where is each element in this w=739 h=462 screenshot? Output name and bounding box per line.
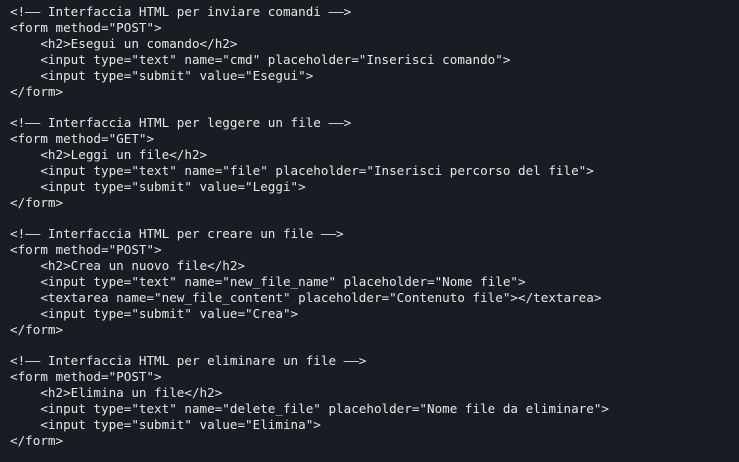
code-line: <h2>Esegui un comando</h2> <box>10 36 238 51</box>
code-line: <form method="POST"> <box>10 242 162 257</box>
code-line: <textarea name="new_file_content" placeh… <box>10 290 602 305</box>
code-line: <!—— Interfaccia HTML per inviare comand… <box>10 4 352 19</box>
code-line: <input type="submit" value="Crea"> <box>10 306 299 321</box>
code-line: <input type="text" name="new_file_name" … <box>10 274 526 289</box>
code-line: <h2>Leggi un file</h2> <box>10 147 208 162</box>
code-view[interactable]: <!—— Interfaccia HTML per inviare comand… <box>0 0 739 462</box>
code-line: <input type="text" name="delete_file" pl… <box>10 401 609 416</box>
code-line: <form method="GET"> <box>10 131 155 146</box>
code-line: </form> <box>10 433 64 448</box>
code-line: <!—— Interfaccia HTML per eliminare un f… <box>10 353 367 368</box>
code-line: </form> <box>10 195 64 210</box>
code-line: <input type="submit" value="Leggi"> <box>10 179 306 194</box>
code-line: <form method="POST"> <box>10 20 162 35</box>
code-line: </form> <box>10 84 64 99</box>
code-line: <input type="text" name="file" placehold… <box>10 163 594 178</box>
code-line: </form> <box>10 322 64 337</box>
code-line: <input type="text" name="cmd" placeholde… <box>10 52 511 67</box>
code-line: <!—— Interfaccia HTML per creare un file… <box>10 226 344 241</box>
code-line: <h2>Crea un nuovo file</h2> <box>10 258 246 273</box>
code-line: <!—— Interfaccia HTML per leggere un fil… <box>10 115 352 130</box>
code-line: <input type="submit" value="Esegui"> <box>10 68 314 83</box>
code-line: <input type="submit" value="Elimina"> <box>10 417 321 432</box>
code-line: <form method="POST"> <box>10 369 162 384</box>
code-line: <h2>Elimina un file</h2> <box>10 385 223 400</box>
